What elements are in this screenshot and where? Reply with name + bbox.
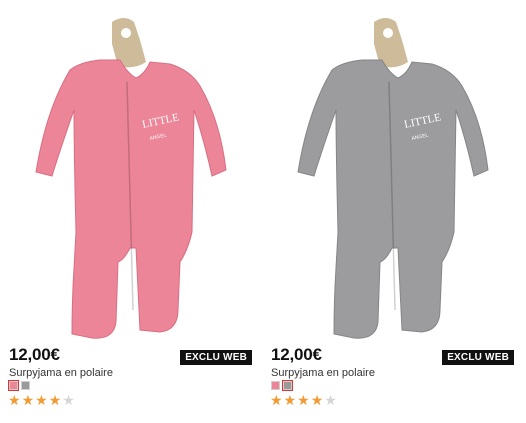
color-swatch[interactable]	[282, 380, 293, 391]
color-swatch[interactable]	[8, 380, 19, 391]
star-icon: ★	[310, 392, 324, 408]
rating-stars: ★ ★ ★ ★ ★	[270, 393, 337, 407]
product-price: 12,00€	[271, 345, 322, 364]
star-icon: ★	[8, 392, 21, 408]
star-icon: ★	[270, 392, 283, 408]
exclu-web-badge: EXCLU WEB	[442, 350, 514, 365]
rating-stars: ★ ★ ★ ★ ★	[8, 393, 75, 407]
product-name-link[interactable]: Surpyjama en polaire	[9, 367, 113, 379]
product-image[interactable]: LITTLE ANGEL	[0, 0, 258, 340]
star-icon: ★	[35, 392, 48, 408]
star-icon: ★	[48, 392, 62, 408]
star-icon: ★	[62, 392, 75, 408]
color-swatches	[271, 380, 293, 391]
product-image[interactable]: LITTLE ANGEL	[262, 0, 520, 340]
color-swatches	[8, 380, 30, 391]
exclu-web-badge: EXCLU WEB	[180, 350, 252, 365]
star-icon: ★	[297, 392, 310, 408]
product-card[interactable]: LITTLE ANGEL 12,00€ EXCLU WEB Surpyjama …	[262, 0, 520, 423]
product-card[interactable]: LITTLE ANGEL 12,00€ EXCLU WEB Surpyjama …	[0, 0, 258, 423]
star-icon: ★	[324, 392, 337, 408]
color-swatch[interactable]	[271, 381, 280, 390]
product-name-link[interactable]: Surpyjama en polaire	[271, 367, 375, 379]
color-swatch[interactable]	[21, 381, 30, 390]
product-price: 12,00€	[9, 345, 60, 364]
star-icon: ★	[283, 392, 297, 408]
star-icon: ★	[21, 392, 35, 408]
